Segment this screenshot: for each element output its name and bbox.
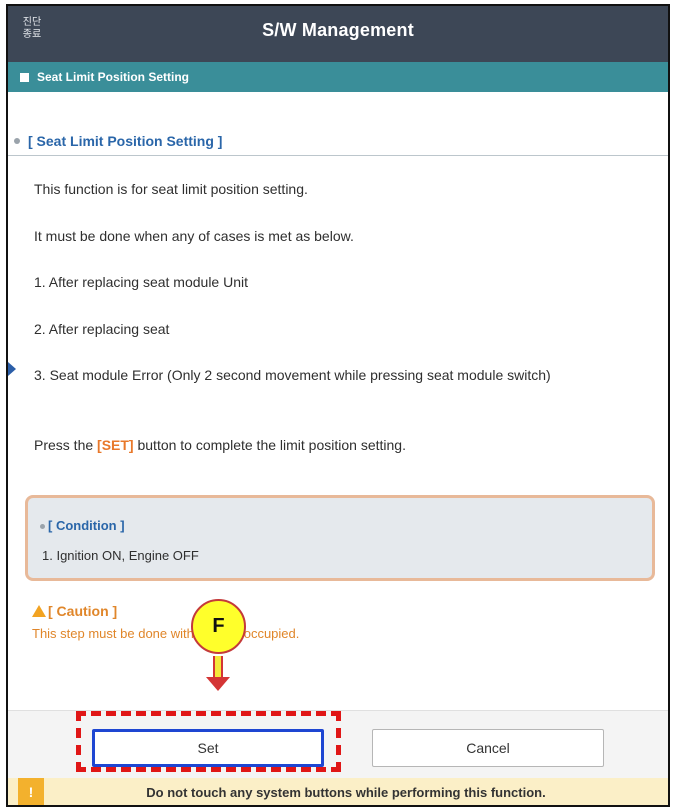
condition-title: [ Condition ] [40,518,125,533]
exclamation-icon: ! [18,778,44,805]
instruction-text: Press the [34,437,98,453]
bullet-dot-icon [14,137,20,144]
app-title: S/W Management [262,20,414,40]
title-bar: 진단 종료 S/W Management [8,6,668,62]
caution-title-text: [ Caution ] [48,603,118,619]
set-keyword: [SET] [97,437,134,453]
bullet-dot-icon [40,524,45,530]
instruction-text: button to complete the limit position se… [133,437,406,453]
warning-triangle-icon [32,605,46,617]
function-subtitle: Seat Limit Position Setting [37,70,190,84]
arrow-shaft [213,656,223,678]
case-item: 3. Seat module Error (Only 2 second move… [34,367,551,383]
caution-title: [ Caution ] [32,603,117,619]
condition-box: [ Condition ] 1. Ignition ON, Engine OFF [25,495,655,581]
side-panel-arrow-icon[interactable] [8,362,16,376]
condition-title-text: [ Condition ] [48,518,125,533]
app-window: 진단 종료 S/W Management Seat Limit Position… [6,4,670,807]
set-button[interactable]: Set [92,729,324,767]
section-heading: [ Seat Limit Position Setting ] [8,126,668,156]
instruction-line: Press the [SET] button to complete the l… [34,435,664,456]
description-line: It must be done when any of cases is met… [34,228,354,244]
button-area: Set Cancel [8,710,668,778]
case-item: 1. After replacing seat module Unit [34,274,249,290]
description-line: This function is for seat limit position… [34,181,308,197]
step-marker-badge: F [191,599,246,654]
caution-text: This step must be done without seat occu… [32,626,300,641]
cancel-button[interactable]: Cancel [372,729,604,767]
warning-text: Do not touch any system buttons while pe… [146,784,546,800]
function-subtitle-bar: Seat Limit Position Setting [8,62,668,92]
section-heading-text: [ Seat Limit Position Setting ] [28,132,223,149]
condition-item: 1. Ignition ON, Engine OFF [42,548,199,563]
square-bullet-icon [20,72,29,82]
warning-bar: ! Do not touch any system buttons while … [8,778,668,805]
arrow-down-icon [206,677,230,691]
case-item: 2. After replacing seat [34,321,170,337]
